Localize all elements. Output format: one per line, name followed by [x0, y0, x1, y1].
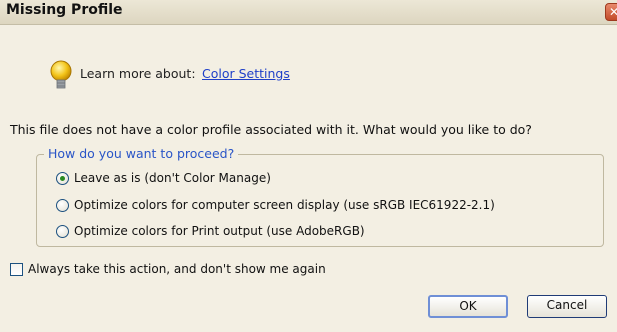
- lightbulb-icon: [50, 60, 72, 89]
- title-bar: Missing Profile ✕: [0, 0, 617, 25]
- radio-button[interactable]: [56, 225, 69, 238]
- question-text: This file does not have a color profile …: [10, 122, 532, 137]
- radio-button[interactable]: [56, 199, 69, 212]
- ok-button[interactable]: OK: [428, 295, 508, 318]
- always-checkbox-label: Always take this action, and don't show …: [28, 262, 326, 276]
- missing-profile-dialog: Missing Profile ✕ Learn more about: Colo…: [0, 0, 617, 332]
- radio-label: Optimize colors for Print output (use Ad…: [74, 224, 365, 238]
- color-settings-link[interactable]: Color Settings: [202, 66, 290, 81]
- dialog-title: Missing Profile: [6, 2, 123, 18]
- proceed-legend: How do you want to proceed?: [44, 146, 239, 161]
- radio-label: Optimize colors for computer screen disp…: [74, 198, 495, 212]
- radio-button-selected[interactable]: [56, 172, 69, 185]
- cancel-button[interactable]: Cancel: [527, 295, 607, 318]
- close-icon[interactable]: ✕: [605, 3, 617, 21]
- radio-label: Leave as is (don't Color Manage): [74, 171, 271, 185]
- learn-more-label: Learn more about:: [80, 66, 196, 81]
- always-checkbox[interactable]: [10, 263, 23, 276]
